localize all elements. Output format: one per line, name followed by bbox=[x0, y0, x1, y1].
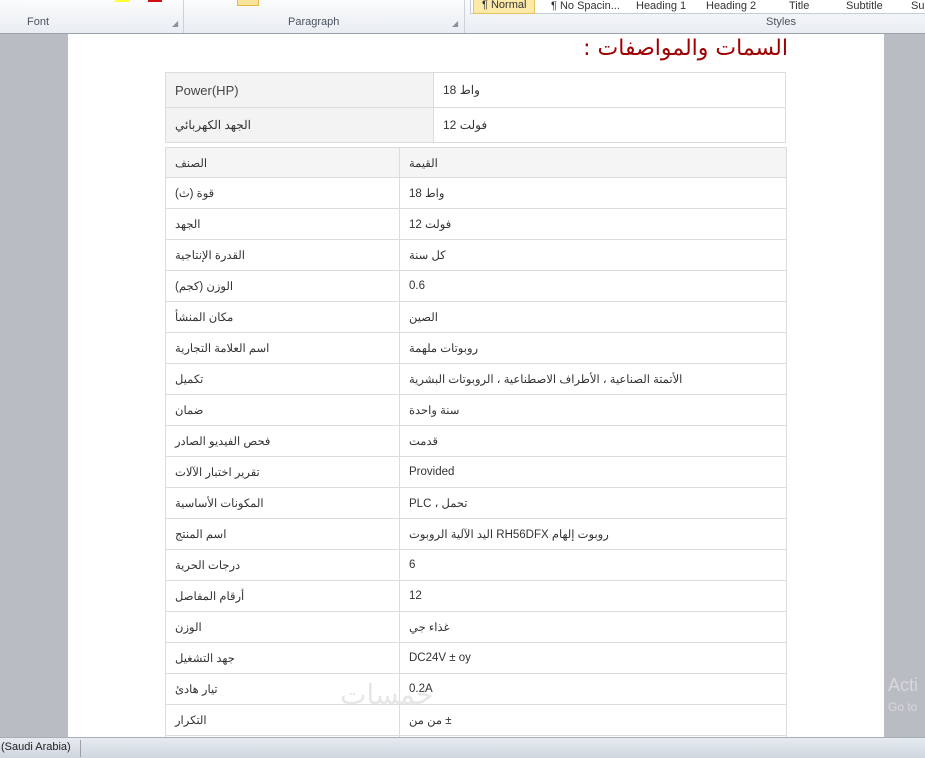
styles-gallery[interactable]: ¶ Normal ¶ No Spacin... Heading 1 Headin… bbox=[470, 0, 925, 14]
table-row: الجهد الكهربائي فولت 12 bbox=[165, 107, 786, 143]
style-heading-2[interactable]: Heading 2 bbox=[706, 0, 756, 13]
spec-table: الصنف القيمة قوة (ث) واط 18 الجهد فولت 12 الق… bbox=[165, 147, 787, 737]
style-no-spacing[interactable]: ¶ No Spacin... bbox=[551, 0, 620, 13]
watermark-logo: خمسات bbox=[340, 679, 434, 710]
paragraph-dialog-launcher-icon[interactable]: ◢ bbox=[452, 19, 458, 28]
cell-key: الوزن (كجم) bbox=[165, 270, 400, 302]
cell-key: جهد التشغيل bbox=[165, 642, 400, 674]
font-color-icon[interactable] bbox=[148, 0, 162, 2]
cell-key: قوة (ث) bbox=[165, 177, 400, 209]
cell-value: روبوتات ملهمة bbox=[399, 332, 787, 364]
cell-value: 0.2A bbox=[399, 673, 787, 705]
cell-key: القدرة الإنتاجية bbox=[165, 239, 400, 271]
paragraph-group-label: Paragraph bbox=[288, 16, 340, 28]
activation-line-2: Go to bbox=[888, 700, 918, 714]
align-right-button[interactable] bbox=[237, 0, 259, 6]
cell-key: الوزن bbox=[165, 611, 400, 643]
cell-key: ضمان bbox=[165, 394, 400, 426]
table-row: المكونات الأساسية PLC ، تحمل bbox=[165, 487, 787, 519]
cell-key: الجهد الكهربائي bbox=[165, 107, 434, 143]
cell-value: 6 bbox=[399, 549, 787, 581]
cell-value: فولت 12 bbox=[399, 208, 787, 240]
cell-value: اليد الآلية الروبوت RH56DFX روبوت إلهام bbox=[399, 518, 787, 550]
document-page[interactable]: السمات والمواصفات : Power(HP) واط 18 الجه… bbox=[68, 34, 884, 737]
status-bar: (Saudi Arabia) bbox=[0, 737, 925, 758]
cell-key: مكان المنشأ bbox=[165, 301, 400, 333]
table-row: Power(HP) واط 18 bbox=[165, 72, 786, 108]
font-tools[interactable]: ▪ ▪ ▪ bbox=[5, 0, 21, 6]
table-row: الوزن غذاء جي bbox=[165, 611, 787, 643]
cell-key: درجات الحرية bbox=[165, 549, 400, 581]
cell-value: واط 18 bbox=[399, 177, 787, 209]
cell-value: قدمت bbox=[399, 425, 787, 457]
cell-key: المكونات الأساسية bbox=[165, 487, 400, 519]
cell-value: الصين bbox=[399, 301, 787, 333]
cell-value: كل سنة bbox=[399, 239, 787, 271]
cell-key: تقرير اختبار الآلات bbox=[165, 456, 400, 488]
font-group-label: Font bbox=[27, 16, 50, 28]
table-row: تكميل الأتمتة الصناعية ، الأطراف الاصطناع… bbox=[165, 363, 787, 395]
group-divider bbox=[464, 0, 465, 33]
style-normal[interactable]: ¶ Normal bbox=[473, 0, 536, 14]
style-title[interactable]: Title bbox=[789, 0, 809, 13]
cell-key: أرقام المفاصل bbox=[165, 580, 400, 612]
document-heading: السمات والمواصفات : bbox=[583, 36, 788, 61]
summary-table: Power(HP) واط 18 الجهد الكهربائي فولت 12 bbox=[165, 72, 786, 143]
cell-key: Power(HP) bbox=[165, 72, 434, 108]
table-header-row: الصنف القيمة bbox=[165, 147, 787, 178]
highlight-color-icon[interactable] bbox=[115, 0, 129, 2]
style-subtle[interactable]: Su bbox=[911, 0, 924, 13]
cell-value: 0.6 bbox=[399, 270, 787, 302]
ribbon: ▪ ▪ ▪ Font ◢ Paragraph ◢ ¶ Normal ¶ No S… bbox=[0, 0, 925, 34]
styles-group-label: Styles bbox=[766, 16, 796, 28]
activation-line-1: Acti bbox=[888, 675, 919, 695]
cell-value: فولت 12 bbox=[433, 107, 786, 143]
cell-value: من من ± bbox=[399, 704, 787, 736]
table-row: تيار هادئ 0.2A bbox=[165, 673, 787, 705]
table-row: جهد التشغيل DC24V ± oy bbox=[165, 642, 787, 674]
cell-value: Provided bbox=[399, 456, 787, 488]
language-indicator[interactable]: (Saudi Arabia) bbox=[1, 741, 71, 753]
table-row: فحص الفيديو الصادر قدمت bbox=[165, 425, 787, 457]
header-key: الصنف bbox=[165, 147, 400, 178]
table-row: درجات الحرية 6 bbox=[165, 549, 787, 581]
cell-value: DC24V ± oy bbox=[399, 642, 787, 674]
table-row: أرقام المفاصل 12 bbox=[165, 580, 787, 612]
table-row: تقرير اختبار الآلات Provided bbox=[165, 456, 787, 488]
table-row: قوة (ث) واط 18 bbox=[165, 177, 787, 209]
activation-watermark: Acti Go to bbox=[888, 674, 918, 718]
table-row: القدرة الإنتاجية كل سنة bbox=[165, 239, 787, 271]
cell-value: واط 18 bbox=[433, 72, 786, 108]
table-row: اسم المنتج اليد الآلية الروبوت RH56DFX رو… bbox=[165, 518, 787, 550]
cell-value: سنة واحدة bbox=[399, 394, 787, 426]
style-heading-1[interactable]: Heading 1 bbox=[636, 0, 686, 13]
cell-value: الأتمتة الصناعية ، الأطراف الاصطناعية ، … bbox=[399, 363, 787, 395]
cell-key: الجهد bbox=[165, 208, 400, 240]
header-value: القيمة bbox=[399, 147, 787, 178]
table-row: اسم العلامة التجارية روبوتات ملهمة bbox=[165, 332, 787, 364]
style-subtitle[interactable]: Subtitle bbox=[846, 0, 883, 13]
group-divider bbox=[183, 0, 184, 33]
table-row: الوزن (كجم) 0.6 bbox=[165, 270, 787, 302]
table-row: التكرار من من ± bbox=[165, 704, 787, 736]
cell-value: PLC ، تحمل bbox=[399, 487, 787, 519]
table-row: مكان المنشأ الصين bbox=[165, 301, 787, 333]
status-divider bbox=[80, 740, 81, 757]
font-dialog-launcher-icon[interactable]: ◢ bbox=[172, 19, 178, 28]
table-row: ضمان سنة واحدة bbox=[165, 394, 787, 426]
cell-value: غذاء جي bbox=[399, 611, 787, 643]
cell-key: فحص الفيديو الصادر bbox=[165, 425, 400, 457]
cell-value: 12 bbox=[399, 580, 787, 612]
table-row: الجهد فولت 12 bbox=[165, 208, 787, 240]
cell-key: اسم المنتج bbox=[165, 518, 400, 550]
cell-key: تكميل bbox=[165, 363, 400, 395]
cell-key: اسم العلامة التجارية bbox=[165, 332, 400, 364]
